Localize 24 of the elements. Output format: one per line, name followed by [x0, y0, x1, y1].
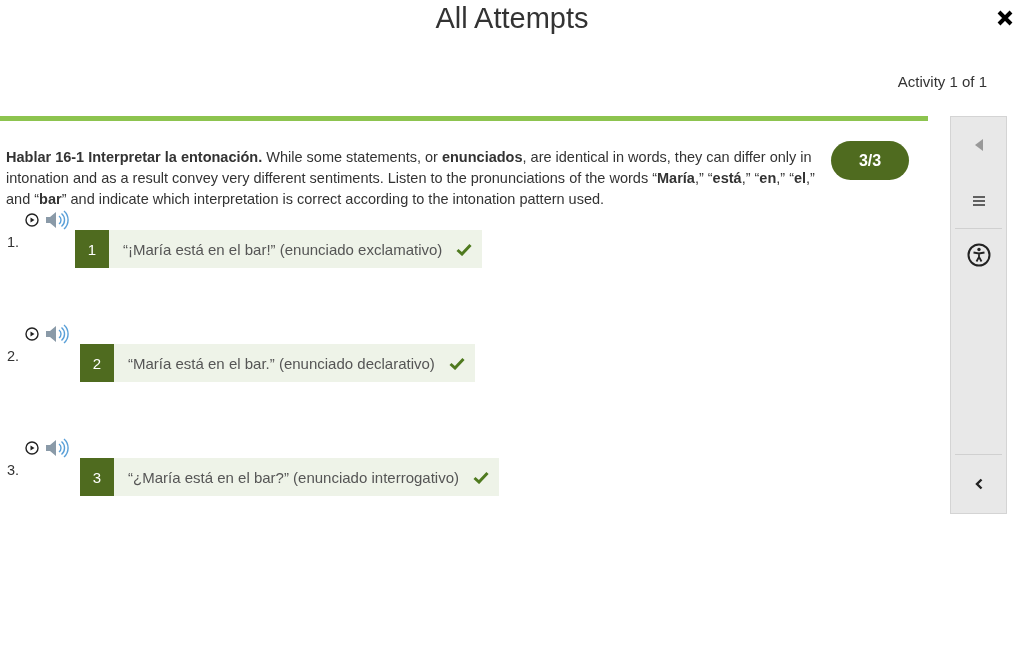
triangle-left-icon — [973, 138, 984, 152]
question-number: 2. — [7, 348, 21, 364]
speaker-icon[interactable] — [45, 438, 69, 458]
menu-icon — [972, 195, 985, 206]
activity-counter: Activity 1 of 1 — [897, 73, 987, 90]
window-title: All Attempts — [435, 2, 589, 35]
score-badge: 3/3 — [831, 141, 909, 180]
answer-text: “¿María está en el bar?” (enunciado interrogativo) — [127, 468, 460, 486]
choice-number: 1 — [75, 230, 109, 268]
question-number: 3. — [7, 462, 21, 478]
choice-number: 3 — [80, 458, 114, 496]
accessibility-icon — [966, 243, 991, 267]
close-icon[interactable] — [996, 9, 1014, 27]
play-icon[interactable] — [25, 327, 39, 341]
answer-text: “María está en el bar.” (enunciado declarativo) — [127, 354, 436, 372]
speaker-icon[interactable] — [45, 210, 69, 230]
play-icon[interactable] — [25, 213, 39, 227]
instructions: Hablar 16-1 Interpretar la entonación. While some statements, or enunciados, are identical in words, they can differ only in intonation and as a result convey very different sentiments. Listen to the pronunciations of the words “María,” “está,” “en,” “el,” and “bar” and indicate which interpretation is correct according to the intonation pattern used. — [6, 148, 816, 209]
answer-text: “¡María está en el bar!” (enunciado exclamativo) — [122, 240, 444, 258]
chevron-left-icon — [974, 478, 983, 490]
play-icon[interactable] — [25, 441, 39, 455]
question-number: 1. — [7, 234, 21, 250]
choice-number: 2 — [80, 344, 114, 382]
speaker-icon[interactable] — [45, 324, 69, 344]
